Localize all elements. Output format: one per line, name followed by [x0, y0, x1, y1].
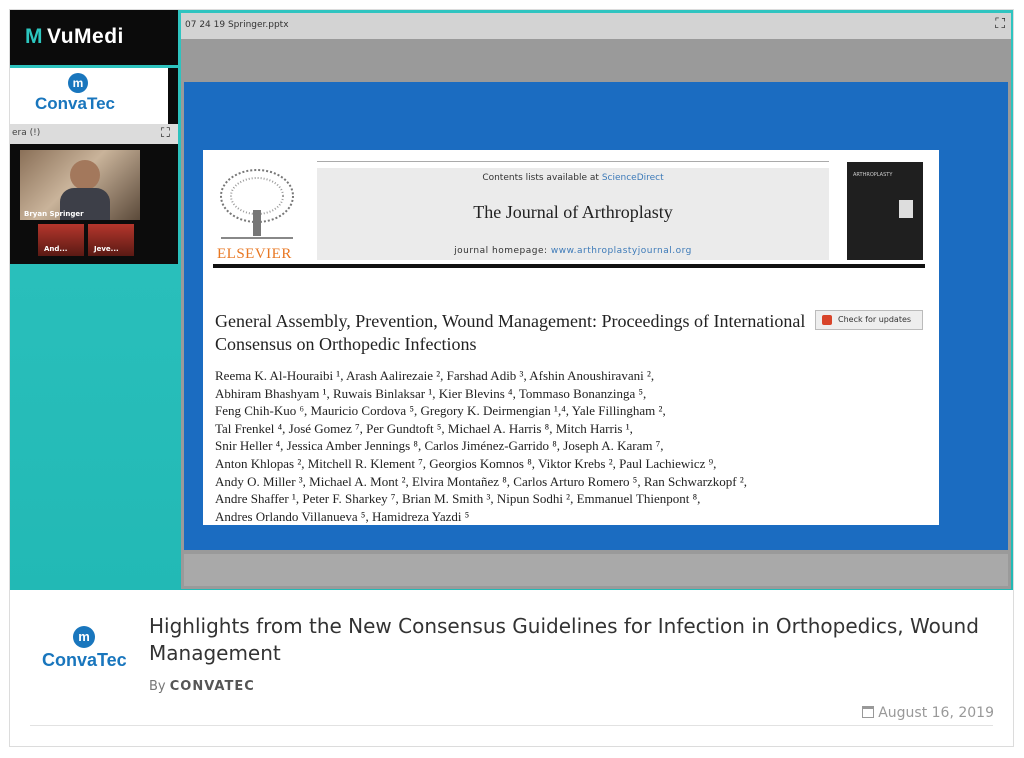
journal-cover: ARTHROPLASTY — [847, 162, 923, 260]
expand-icon[interactable]: ⛶ — [995, 16, 1005, 32]
video-player[interactable]: M VuMedi m ConvaTec era (!) ⛶ Bryan Sprin… — [10, 10, 1013, 590]
paper-title: General Assembly, Prevention, Wound Mana… — [215, 311, 806, 354]
cover-title: ARTHROPLASTY — [853, 172, 893, 178]
camera-header: era (!) ⛶ — [10, 124, 178, 144]
slide-filename: 07 24 19 Springer.pptx — [185, 20, 289, 30]
video-title[interactable]: Highlights from the New Consensus Guidel… — [149, 613, 989, 667]
author-line: Snir Heller ⁴, Jessica Amber Jennings ⁸,… — [215, 438, 664, 454]
vumedi-mark-icon: M — [25, 25, 43, 48]
homepage-url: www.arthroplastyjournal.org — [550, 246, 692, 256]
publish-date-text: August 16, 2019 — [878, 705, 994, 721]
presenter-name: Bryan Springer — [24, 210, 84, 218]
calendar-icon — [862, 706, 875, 718]
camera-main-feed[interactable]: Bryan Springer — [20, 150, 140, 220]
camera-thumb[interactable]: And... — [38, 224, 84, 256]
divider — [30, 725, 993, 726]
left-panel: M VuMedi m ConvaTec era (!) ⛶ Bryan Sprin… — [10, 10, 178, 590]
byline: By CONVATEC — [149, 679, 255, 694]
convatec-logo-text: ConvaTec — [42, 650, 127, 670]
slide-canvas: ELSEVIER Contents lists available at Sci… — [184, 82, 1008, 550]
crossmark-icon — [822, 315, 832, 325]
paper-page: ELSEVIER Contents lists available at Sci… — [203, 150, 939, 525]
publish-date: August 16, 2019 — [862, 705, 994, 721]
author-link[interactable]: CONVATEC — [170, 679, 255, 694]
author-line: Feng Chih-Kuo ⁶, Mauricio Cordova ⁵, Gre… — [215, 403, 666, 419]
camera-thumb[interactable]: Jeve... — [88, 224, 134, 256]
sciencedirect-link: ScienceDirect — [601, 173, 664, 183]
convatec-mark-icon: m — [68, 73, 88, 93]
divider — [317, 161, 829, 162]
elsevier-tree-logo — [220, 169, 294, 239]
byline-prefix: By — [149, 679, 170, 694]
contents-line: Contents lists available at ScienceDirec… — [317, 173, 829, 183]
author-line: Andy O. Miller ³, Michael A. Mont ², Elv… — [215, 473, 747, 489]
camera-thumb-name: And... — [44, 245, 68, 253]
contents-prefix: Contents lists available at — [482, 173, 602, 183]
camera-thumb-name: Jeve... — [94, 245, 119, 253]
vumedi-header: M VuMedi — [10, 10, 178, 65]
homepage-prefix: journal homepage: — [454, 246, 551, 256]
author-line: Andre Shaffer ¹, Peter F. Sharkey ⁷, Bri… — [215, 491, 701, 507]
presenter-head — [70, 160, 100, 190]
sponsor-logo-box: m ConvaTec — [10, 68, 178, 124]
vumedi-logo-text: VuMedi — [47, 25, 124, 48]
convatec-logo-text: ConvaTec — [35, 94, 115, 113]
author-line: Andres Orlando Villanueva ⁵, Hamidreza Y… — [215, 508, 470, 524]
homepage-line: journal homepage: www.arthroplastyjourna… — [317, 246, 829, 256]
cover-image — [899, 200, 913, 218]
camera-panel: Bryan Springer And... Jeve... — [10, 144, 178, 264]
slide-panel: 07 24 19 Springer.pptx ⛶ ELSEVIER Conten… — [181, 13, 1011, 589]
convatec-mark-icon: m — [73, 626, 95, 648]
author-line: Tal Frenkel ⁴, José Gomez ⁷, Per Gundtof… — [215, 420, 633, 436]
slide-footer-bar — [184, 554, 1008, 586]
journal-title: The Journal of Arthroplasty — [473, 202, 673, 222]
author-line: Reema K. Al-Houraibi ¹, Arash Aalirezaie… — [215, 368, 655, 383]
author-line: Anton Khlopas ², Mitchell R. Klement ⁷, … — [215, 455, 717, 471]
camera-label: era (!) — [12, 128, 41, 138]
journal-header: Contents lists available at ScienceDirec… — [317, 161, 829, 260]
slide-toolbar: 07 24 19 Springer.pptx ⛶ — [181, 13, 1011, 39]
author-line: Abhiram Bhashyam ¹, Ruwais Binlaksar ¹, … — [215, 385, 647, 401]
publisher-name: ELSEVIER — [217, 246, 292, 262]
vumedi-logo[interactable]: M VuMedi — [25, 25, 124, 49]
author-list: Reema K. Al-Houraibi ¹, Arash Aalirezaie… — [215, 367, 930, 525]
check-updates-label: Check for updates — [838, 315, 912, 324]
expand-icon[interactable]: ⛶ — [161, 126, 170, 141]
check-updates-button: Check for updates — [815, 310, 923, 330]
header-rule — [213, 264, 925, 268]
sponsor-avatar[interactable]: m ConvaTec — [40, 622, 130, 672]
